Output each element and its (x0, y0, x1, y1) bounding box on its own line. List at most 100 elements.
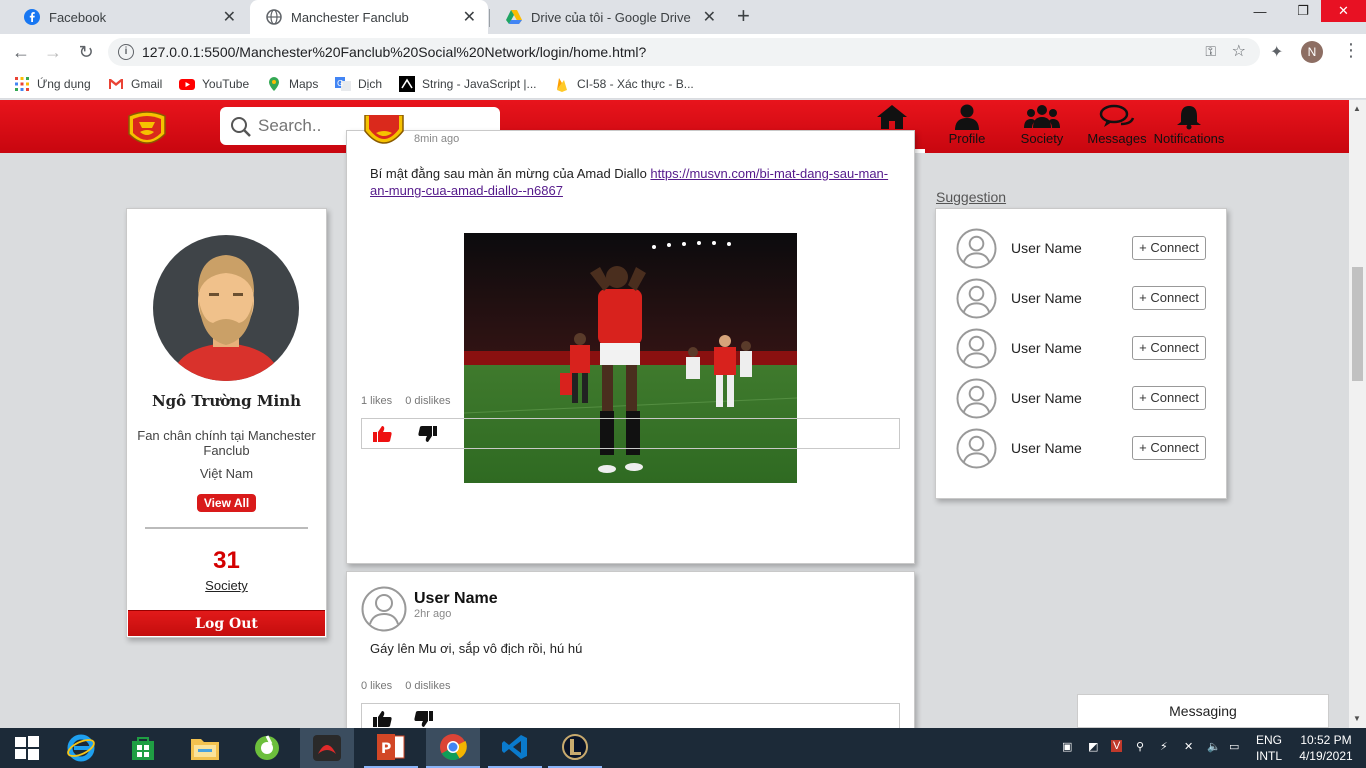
svg-text:G: G (337, 79, 343, 88)
extensions-puzzle-icon[interactable]: ✦ (1270, 42, 1283, 62)
bookmark-gmail[interactable]: Gmail (108, 76, 162, 92)
restore-icon[interactable]: ❐ (1285, 0, 1321, 22)
bookmark-youtube[interactable]: YouTube (179, 76, 249, 92)
page-scrollbar[interactable]: ▲ ▼ (1349, 100, 1366, 728)
store-icon[interactable] (116, 728, 170, 768)
clock-time: 10:52 PM (1300, 733, 1352, 747)
lang-code: ENG (1255, 733, 1282, 747)
messaging-panel[interactable]: Messaging (1077, 694, 1329, 728)
post-time: 2hr ago (414, 608, 452, 620)
connect-button[interactable]: + Connect (1132, 336, 1206, 360)
coccoc-browser-icon[interactable] (240, 728, 294, 768)
society-link[interactable]: Society (127, 578, 326, 593)
garena-icon[interactable] (300, 728, 354, 768)
tab-facebook[interactable]: Facebook ✕ (8, 0, 248, 34)
league-of-legends-icon[interactable] (548, 728, 602, 768)
dislike-icon[interactable] (417, 425, 437, 443)
post-text: Gáy lên Mu ơi, sắp vô địch rồi, hú hú (370, 641, 583, 656)
nav-messages[interactable]: Messages (1081, 104, 1153, 150)
connect-button[interactable]: + Connect (1132, 286, 1206, 310)
close-tab-icon[interactable]: ✕ (703, 7, 716, 27)
tab-title: Manchester Fanclub (291, 9, 409, 25)
windows-taskbar: P ▣ ◩ V ⚲ ⚡ ✕ 🔈 ▭ ENG INTL 10:52 PM 4/19… (0, 728, 1366, 768)
bookmark-maps[interactable]: Maps (266, 76, 318, 92)
powerpoint-icon[interactable]: P (364, 728, 418, 768)
bookmark-apps[interactable]: Ứng dụng (14, 76, 91, 92)
close-tab-icon[interactable]: ✕ (223, 7, 236, 27)
bookmarks-bar: Ứng dụng Gmail YouTube Maps G Dịch Strin… (0, 70, 1366, 99)
chrome-icon[interactable] (426, 728, 480, 768)
suggestion-user-name[interactable]: User Name (1011, 240, 1082, 256)
browser-profile-avatar[interactable]: N (1301, 41, 1323, 63)
tray-network-icon[interactable]: ⚲ (1136, 740, 1144, 753)
reaction-bar (361, 418, 900, 449)
like-icon[interactable] (373, 710, 393, 728)
tab-google-drive[interactable]: Drive của tôi - Google Drive ✕ (490, 0, 728, 34)
tab-title: Drive của tôi - Google Drive (531, 9, 691, 25)
system-clock[interactable]: 10:52 PM 4/19/2021 (1290, 732, 1362, 764)
tray-garena-icon[interactable]: ▣ (1062, 740, 1072, 753)
bookmark-label: Dịch (358, 77, 383, 91)
logout-button[interactable]: Log Out (128, 610, 325, 636)
nav-society[interactable]: Society (1006, 104, 1078, 150)
bookmark-label: Maps (289, 77, 319, 91)
suggestion-title[interactable]: Suggestion (936, 189, 1006, 205)
url-text[interactable]: 127.0.0.1:5500/Manchester%20Fanclub%20So… (142, 44, 646, 60)
post-author[interactable]: User Name (414, 590, 498, 608)
bookmark-firebase[interactable]: CI-58 - Xác thực - B... (554, 76, 694, 92)
tray-volume-icon[interactable]: 🔈 (1207, 740, 1221, 753)
scroll-up-icon[interactable]: ▲ (1353, 104, 1361, 113)
likes-count: 1 likes (361, 395, 393, 407)
plus-icon: + (1139, 340, 1151, 355)
close-tab-icon[interactable]: ✕ (463, 7, 476, 27)
tray-battery-icon[interactable]: ▭ (1229, 740, 1239, 753)
mdn-icon (399, 76, 415, 92)
bookmark-star-icon[interactable]: ☆ (1232, 41, 1246, 61)
suggestion-user-name[interactable]: User Name (1011, 440, 1082, 456)
connect-button[interactable]: + Connect (1132, 436, 1206, 460)
bookmark-translate[interactable]: G Dịch (335, 76, 382, 92)
reload-icon[interactable]: ↻ (73, 39, 99, 65)
user-icon (955, 104, 979, 130)
start-windows-icon[interactable] (0, 728, 54, 768)
vscode-icon[interactable] (488, 728, 542, 768)
manchester-united-logo[interactable] (125, 110, 169, 150)
dislike-icon[interactable] (413, 710, 433, 728)
connect-button[interactable]: + Connect (1132, 236, 1206, 260)
tray-bluetooth-icon[interactable]: ⚡ (1160, 740, 1168, 753)
bookmark-label: CI-58 - Xác thực - B... (577, 77, 694, 91)
forward-icon[interactable]: → (40, 39, 66, 65)
suggestion-user-name[interactable]: User Name (1011, 390, 1082, 406)
suggestion-user-name[interactable]: User Name (1011, 340, 1082, 356)
internet-explorer-icon[interactable] (54, 728, 108, 768)
connect-button[interactable]: + Connect (1132, 386, 1206, 410)
firebase-icon (557, 78, 567, 92)
nav-profile-label: Profile (948, 131, 986, 146)
suggestion-row: User Name + Connect (956, 278, 1208, 320)
bookmark-mdn-string[interactable]: String - JavaScript |... (399, 76, 537, 92)
suggestion-user-name[interactable]: User Name (1011, 290, 1082, 306)
nav-notifications[interactable]: Notifications (1153, 104, 1225, 150)
file-explorer-icon[interactable] (178, 728, 232, 768)
scroll-thumb[interactable] (1352, 267, 1363, 381)
nav-profile[interactable]: Profile (931, 104, 1003, 150)
key-icon[interactable]: ⚿ (1205, 43, 1216, 60)
scroll-down-icon[interactable]: ▼ (1353, 714, 1361, 723)
like-icon[interactable] (373, 425, 393, 443)
close-window-icon[interactable]: ✕ (1321, 0, 1366, 22)
tray-nvidia-icon[interactable]: ◩ (1088, 740, 1098, 753)
facebook-icon (24, 9, 40, 25)
view-all-button[interactable]: View All (197, 494, 256, 512)
bookmark-label: Gmail (131, 77, 163, 91)
tray-wifi-off-icon[interactable]: ✕ (1184, 740, 1193, 753)
back-icon[interactable]: ← (8, 39, 34, 65)
site-info-icon[interactable]: i (118, 44, 134, 60)
minimize-icon[interactable]: — (1240, 0, 1280, 22)
new-tab-icon[interactable]: + (737, 3, 750, 29)
input-language[interactable]: ENG INTL (1252, 732, 1286, 764)
browser-menu-icon[interactable]: ⋮ (1342, 40, 1360, 61)
address-bar[interactable]: i 127.0.0.1:5500/Manchester%20Fanclub%20… (108, 38, 1260, 66)
tab-manchester-fanclub[interactable]: Manchester Fanclub ✕ (250, 0, 488, 34)
post-text: Bí mật đằng sau màn ăn mừng của Amad Dia… (370, 165, 895, 199)
tray-unikey-icon[interactable]: V (1111, 740, 1123, 752)
